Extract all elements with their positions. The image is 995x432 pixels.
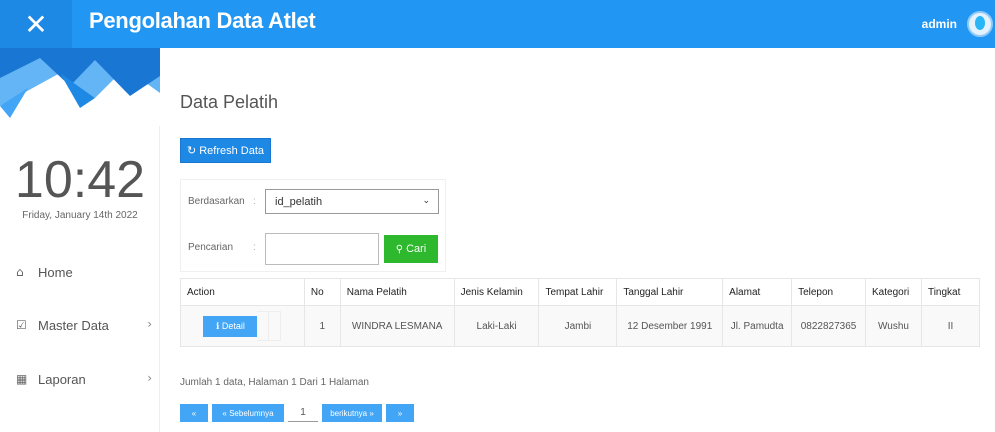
refresh-icon: ↻ <box>186 144 197 157</box>
cell-jenis-kelamin: Laki-Laki <box>453 305 540 347</box>
search-label: Pencarian <box>188 242 234 253</box>
close-icon: ✕ <box>24 7 48 41</box>
sidebar-item-label: Laporan <box>38 371 86 387</box>
home-icon: ⌂ <box>16 265 24 279</box>
filter-by-colon: : <box>253 196 256 207</box>
cell-tanggal-lahir: 12 Desember 1991 <box>616 305 724 347</box>
col-tingkat: Tingkat <box>920 278 981 306</box>
cell-telepon: 0822827365 <box>791 305 866 347</box>
col-tanggal-lahir: Tanggal Lahir <box>616 278 724 306</box>
chevron-down-icon: ⌄ <box>422 196 430 206</box>
search-input[interactable] <box>265 233 379 265</box>
search-colon: : <box>253 242 256 253</box>
refresh-data-label: Refresh Data <box>199 144 265 157</box>
edit-icon: ☑ <box>16 318 27 332</box>
user-name[interactable]: admin <box>922 17 957 31</box>
filter-by-label: Berdasarkan <box>188 196 245 207</box>
detail-button[interactable]: ℹ Detail <box>203 315 258 337</box>
action-slots <box>257 311 282 341</box>
cell-no: 1 <box>303 305 341 347</box>
sidebar-item-label: Master Data <box>38 317 109 333</box>
cell-tempat-lahir: Jambi <box>538 305 618 347</box>
next-page-button[interactable]: berikutnya » <box>322 404 382 422</box>
sidebar-item-laporan[interactable]: ▦ Laporan › <box>16 367 152 391</box>
filter-by-value: id_pelatih <box>275 195 323 208</box>
close-menu-button[interactable]: ✕ <box>0 0 72 48</box>
current-page[interactable]: 1 <box>288 404 318 422</box>
col-tempat-lahir: Tempat Lahir <box>538 278 618 306</box>
filter-by-select[interactable]: id_pelatih ⌄ <box>265 189 439 214</box>
search-button[interactable]: ⚲ Cari <box>384 235 438 263</box>
cell-nama-pelatih: WINDRA LESMANA <box>339 305 455 347</box>
col-telepon: Telepon <box>791 278 866 306</box>
cell-alamat: Jl. Pamudta <box>722 305 793 347</box>
sidebar-item-label: Home <box>38 264 73 280</box>
pagination: « « Sebelumnya 1 berikutnya » » <box>180 404 418 422</box>
cell-kategori: Wushu <box>865 305 922 347</box>
date-display: Friday, January 14th 2022 <box>22 210 138 221</box>
coach-table: Action No Nama Pelatih Jenis Kelamin Tem… <box>180 278 981 347</box>
last-page-button[interactable]: » <box>386 404 414 422</box>
first-page-button[interactable]: « <box>180 404 208 422</box>
sidebar: 10:42 Friday, January 14th 2022 ⌂ Home ☑… <box>0 48 160 432</box>
page-title: Data Pelatih <box>180 92 279 112</box>
search-icon: ⚲ <box>395 243 404 255</box>
refresh-data-button[interactable]: ↻ Refresh Data <box>180 138 271 163</box>
chevron-right-icon: › <box>147 317 152 331</box>
col-jenis-kelamin: Jenis Kelamin <box>453 278 540 306</box>
col-nama-pelatih: Nama Pelatih <box>339 278 455 306</box>
prev-page-button[interactable]: « Sebelumnya <box>212 404 284 422</box>
sidebar-banner <box>0 48 160 126</box>
pagination-summary: Jumlah 1 data, Halaman 1 Dari 1 Halaman <box>180 377 369 388</box>
app-title: Pengolahan Data Atlet <box>89 8 316 33</box>
cell-tingkat: II <box>920 305 981 347</box>
col-action: Action <box>180 278 305 306</box>
col-kategori: Kategori <box>865 278 922 306</box>
calendar-icon: ▦ <box>16 372 28 386</box>
chevron-right-icon: › <box>147 371 152 385</box>
search-button-label: Cari <box>406 243 427 255</box>
top-bar: ✕ Pengolahan Data Atlet admin <box>0 0 995 48</box>
filter-form: Berdasarkan : id_pelatih ⌄ Pencarian : ⚲… <box>180 179 446 272</box>
table-header-row: Action No Nama Pelatih Jenis Kelamin Tem… <box>180 278 981 306</box>
col-alamat: Alamat <box>722 278 793 306</box>
clock: 10:42 <box>14 151 146 209</box>
cell-action: ℹ Detail <box>180 305 305 347</box>
table-row: ℹ Detail 1 WINDRA LESMANA Laki-Laki Jamb… <box>180 305 981 347</box>
sidebar-item-master-data[interactable]: ☑ Master Data › <box>16 313 152 337</box>
col-no: No <box>303 278 341 306</box>
user-avatar-icon[interactable] <box>967 11 993 37</box>
sidebar-item-home[interactable]: ⌂ Home <box>16 260 152 284</box>
